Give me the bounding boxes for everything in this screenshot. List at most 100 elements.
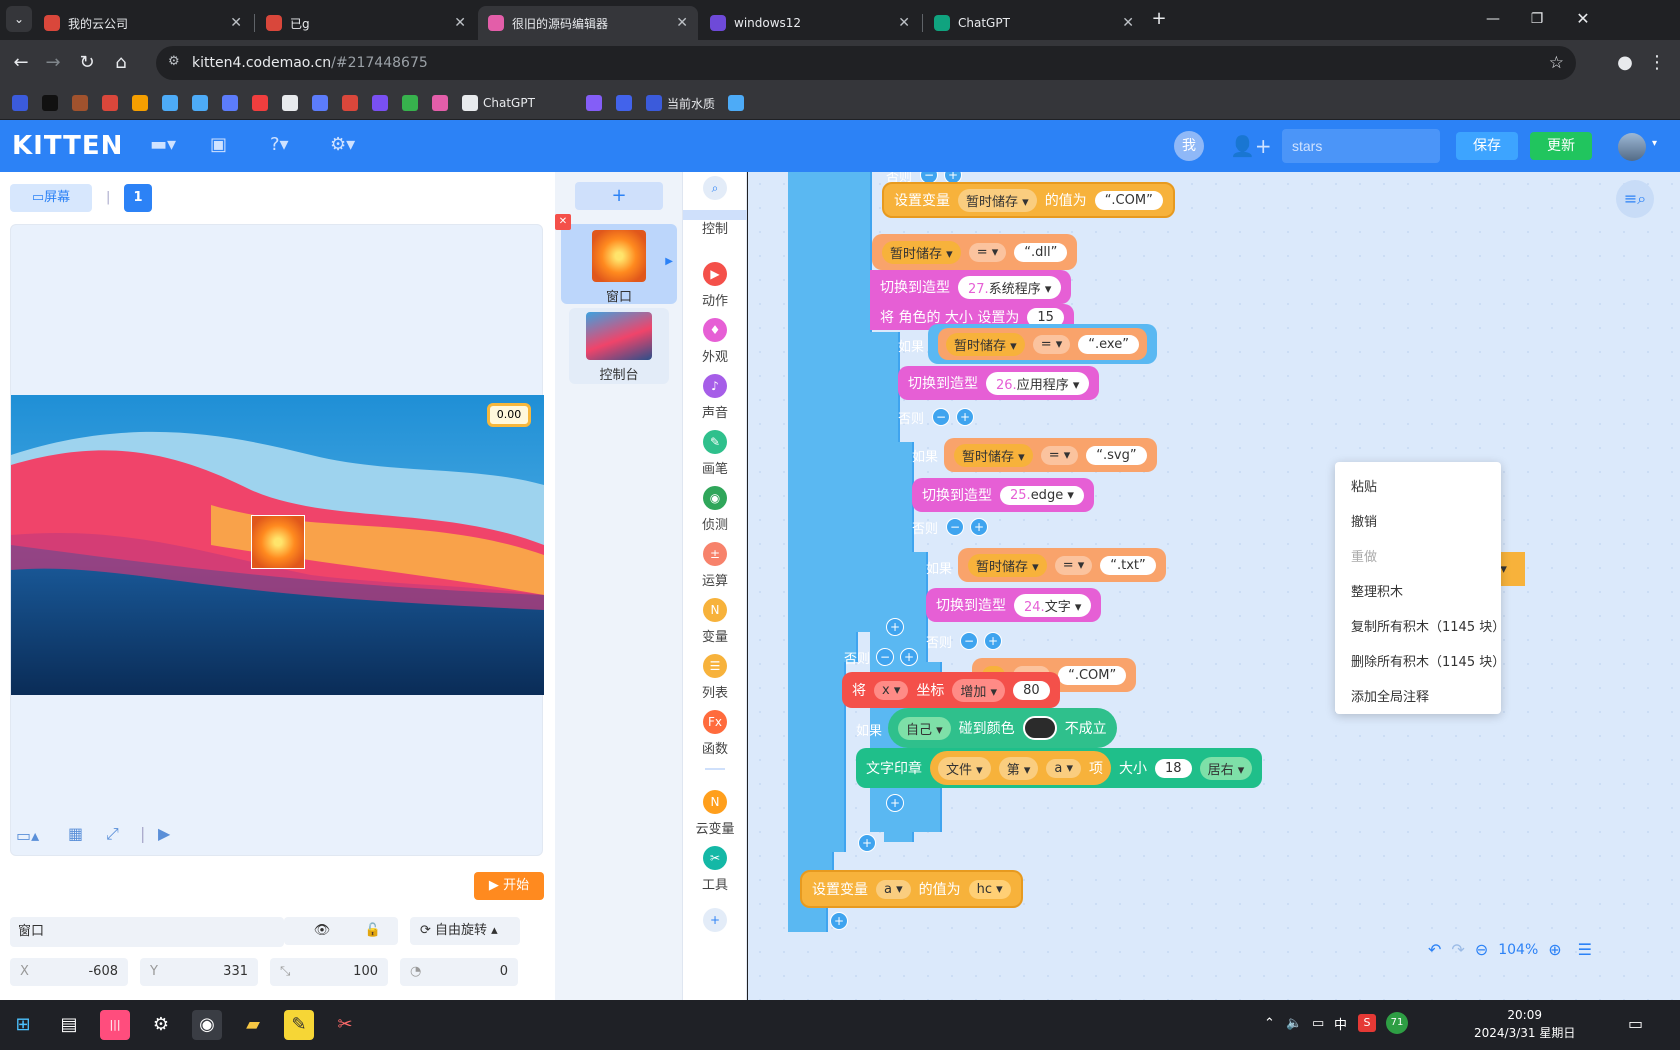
bookmark-item[interactable]: [42, 94, 58, 112]
fullscreen-icon[interactable]: ⤢: [106, 824, 119, 844]
screen-button[interactable]: ▭屏幕: [10, 184, 92, 212]
help-icon[interactable]: ?▾: [270, 134, 289, 155]
sprite-window-on-stage[interactable]: [251, 515, 305, 569]
menu-item-clean-up[interactable]: 整理积木: [1335, 575, 1501, 610]
text-value-field[interactable]: “.dll”: [1014, 242, 1068, 262]
category-lists[interactable]: ☰ 列表: [683, 654, 747, 701]
bookmark-star-icon[interactable]: ☆: [1549, 53, 1564, 73]
search-input[interactable]: [1282, 129, 1440, 163]
text-value-field[interactable]: “.svg”: [1086, 445, 1147, 465]
save-button[interactable]: 保存: [1456, 132, 1518, 160]
bookmark-item[interactable]: [342, 94, 358, 112]
tab-yig[interactable]: 已g ✕: [256, 6, 476, 40]
text-value-field[interactable]: “.txt”: [1100, 555, 1156, 575]
backpack-icon[interactable]: ▣: [210, 134, 227, 155]
menu-item-redo[interactable]: 重做: [1335, 540, 1501, 575]
forward-icon[interactable]: →: [40, 50, 66, 76]
tab-source-editor[interactable]: 很旧的源码编辑器 ✕: [478, 6, 698, 40]
target-dropdown[interactable]: 自己 ▾: [898, 716, 951, 740]
undo-icon[interactable]: ↶: [1428, 940, 1441, 959]
category-sound[interactable]: ♪ 声音: [683, 374, 747, 421]
change-mode-dropdown[interactable]: 增加 ▾: [952, 678, 1006, 702]
bookmark-item[interactable]: 当前水质: [646, 94, 715, 112]
category-sensing[interactable]: ◉ 侦测: [683, 486, 747, 533]
bookmark-item[interactable]: [616, 94, 632, 112]
add-else-icon[interactable]: +: [970, 518, 988, 536]
sprite-card-window[interactable]: 窗口 ✕ ▶: [555, 214, 677, 305]
variable-dropdown[interactable]: a ▾: [1046, 758, 1082, 778]
bookmark-item[interactable]: ChatGPT: [462, 94, 535, 112]
zoom-in-icon[interactable]: ⊕: [1548, 940, 1561, 959]
video-icon[interactable]: ▶: [158, 824, 170, 843]
sprite-card-console[interactable]: 控制台: [569, 308, 669, 384]
me-avatar[interactable]: 我: [1174, 131, 1204, 161]
variable-dropdown[interactable]: 暂时储存 ▾: [946, 332, 1025, 356]
variable-dropdown[interactable]: 暂时储存 ▾: [968, 553, 1047, 577]
category-pen[interactable]: ✎ 画笔: [683, 430, 747, 477]
restore-icon[interactable]: ❐: [1524, 6, 1550, 32]
costume-dropdown[interactable]: 24.文字 ▾: [1014, 593, 1092, 617]
start-button[interactable]: ▶ 开始: [474, 872, 544, 900]
category-functions[interactable]: Fx 函数: [683, 710, 747, 757]
add-extension-button[interactable]: +: [683, 908, 747, 936]
close-tab-icon[interactable]: ✕: [454, 15, 466, 31]
new-tab-icon[interactable]: +: [1146, 6, 1172, 32]
chevron-down-icon[interactable]: ▾: [1652, 138, 1657, 149]
bookmark-item[interactable]: [72, 94, 88, 112]
add-collaborator-icon[interactable]: 👤+: [1230, 134, 1272, 158]
update-button[interactable]: 更新: [1530, 132, 1592, 160]
add-block-icon[interactable]: +: [886, 794, 904, 812]
text-value-field[interactable]: “.COM”: [1058, 665, 1127, 685]
add-else-icon[interactable]: +: [956, 408, 974, 426]
bookmark-item[interactable]: [162, 94, 178, 112]
remove-else-icon[interactable]: −: [960, 632, 978, 650]
axis-dropdown[interactable]: x ▾: [874, 680, 909, 700]
category-variables[interactable]: N 变量: [683, 598, 747, 645]
page-number-button[interactable]: 1: [124, 184, 152, 212]
remove-else-icon[interactable]: −: [946, 518, 964, 536]
add-block-icon[interactable]: +: [886, 618, 904, 636]
list-dropdown[interactable]: 文件 ▾: [938, 756, 991, 780]
ime-indicator[interactable]: 中: [1334, 1014, 1347, 1033]
if-condition-exe[interactable]: 暂时储存 ▾ = ▾ “.exe”: [928, 324, 1157, 364]
remove-else-icon[interactable]: −: [932, 408, 950, 426]
bookmark-item[interactable]: [192, 94, 208, 112]
bookmark-item[interactable]: [432, 94, 448, 112]
bookmark-item[interactable]: [252, 94, 268, 112]
tray-badge[interactable]: 71: [1386, 1012, 1408, 1034]
bookmark-item[interactable]: [312, 94, 328, 112]
taskbar-app-icon[interactable]: |||: [100, 1010, 130, 1040]
equals-condition-block[interactable]: 暂时储存 ▾ = ▾ “.dll”: [872, 234, 1078, 270]
text-value-field[interactable]: “.COM”: [1094, 190, 1163, 210]
align-blocks-icon[interactable]: ☰: [1578, 940, 1592, 959]
add-sprite-button[interactable]: +: [575, 182, 663, 210]
rotation-mode-select[interactable]: ⟳ 自由旋转 ▴: [410, 917, 520, 945]
file-explorer-icon[interactable]: ▰: [238, 1010, 268, 1040]
tab-chatgpt[interactable]: ChatGPT ✕: [924, 6, 1144, 40]
workspace-search-button[interactable]: ≡⌕: [1616, 180, 1654, 218]
menu-item-undo[interactable]: 撤销: [1335, 505, 1501, 540]
tab-windows12[interactable]: windows12 ✕: [700, 6, 920, 40]
switch-costume-block[interactable]: 切换到造型 26.应用程序 ▾: [898, 366, 1100, 400]
zoom-out-icon[interactable]: ⊖: [1475, 940, 1488, 959]
home-icon[interactable]: ⌂: [108, 50, 134, 76]
tray-chevron-icon[interactable]: ⌃: [1264, 1016, 1275, 1031]
operator-dropdown[interactable]: = ▾: [1032, 334, 1071, 354]
add-else-icon[interactable]: +: [984, 632, 1002, 650]
network-icon[interactable]: ▭: [1312, 1016, 1324, 1031]
close-tab-icon[interactable]: ✕: [676, 15, 688, 31]
category-control[interactable]: 控制: [683, 218, 747, 237]
costume-dropdown[interactable]: 26.应用程序 ▾: [986, 371, 1090, 395]
sprite-arrow-icon[interactable]: ▶: [665, 256, 673, 267]
add-block-icon[interactable]: +: [830, 912, 848, 930]
y-field[interactable]: Y 331: [140, 958, 258, 986]
variable-dropdown[interactable]: 暂时储存 ▾: [882, 240, 961, 264]
start-menu-icon[interactable]: ⊞: [8, 1010, 38, 1040]
remove-else-icon[interactable]: −: [876, 648, 894, 666]
grid-icon[interactable]: ▦: [68, 824, 83, 843]
bookmark-item[interactable]: [728, 94, 744, 112]
close-tab-icon[interactable]: ✕: [898, 15, 910, 31]
category-operators[interactable]: ± 运算: [683, 542, 747, 589]
bookmark-item[interactable]: [12, 94, 28, 112]
operator-dropdown[interactable]: = ▾: [1054, 555, 1093, 575]
